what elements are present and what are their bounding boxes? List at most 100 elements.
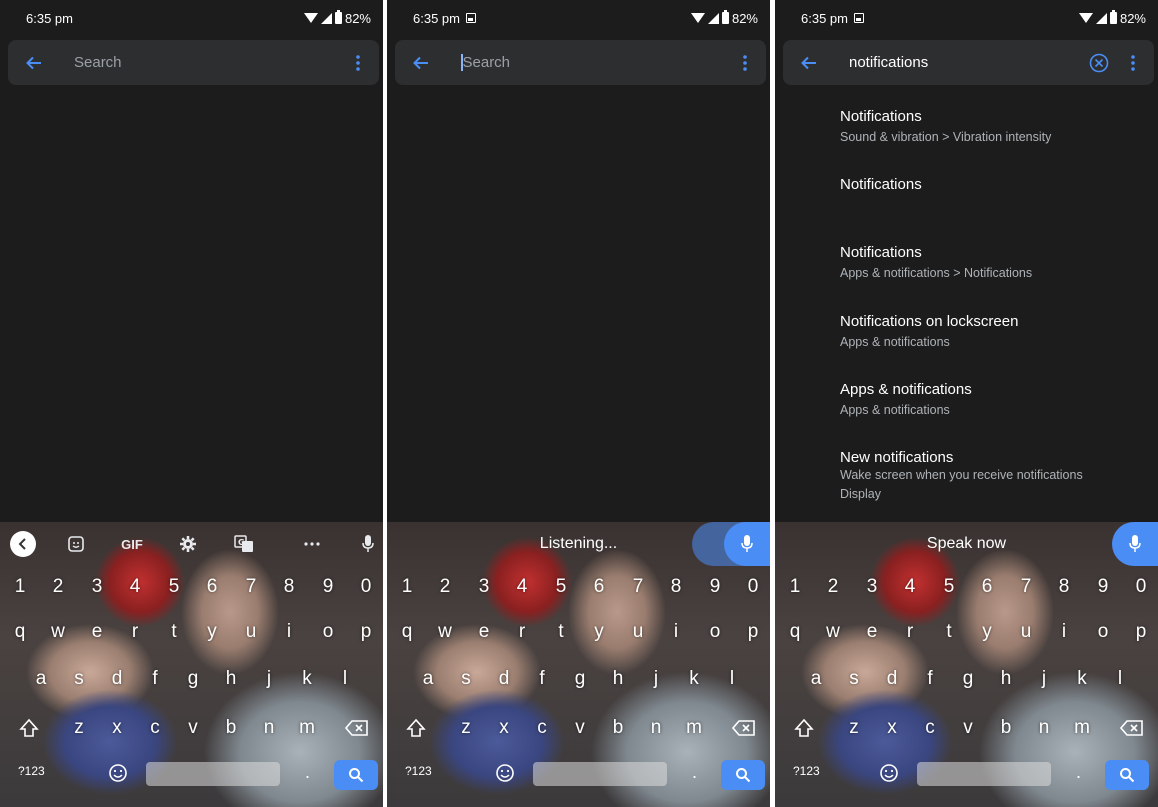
mic-icon[interactable] [356, 532, 380, 556]
key-e[interactable]: e [855, 612, 889, 652]
key-y[interactable]: y [582, 612, 616, 652]
search-input[interactable]: notifications [829, 54, 1084, 71]
key-s[interactable]: s [62, 659, 96, 699]
key-l[interactable]: l [328, 659, 362, 699]
search-result-item[interactable]: Notifications [840, 176, 1150, 194]
symbols-key[interactable]: ?123 [793, 764, 820, 778]
key-8[interactable]: 8 [659, 567, 693, 607]
key-x[interactable]: x [487, 708, 521, 748]
emoji-icon[interactable] [878, 762, 900, 784]
key-s[interactable]: s [449, 659, 483, 699]
key-i[interactable]: i [1047, 612, 1081, 652]
key-7[interactable]: 7 [621, 567, 655, 607]
key-k[interactable]: k [290, 659, 324, 699]
key-n[interactable]: n [639, 708, 673, 748]
backspace-icon[interactable] [340, 708, 374, 748]
key-3[interactable]: 3 [855, 567, 889, 607]
key-h[interactable]: h [601, 659, 635, 699]
key-j[interactable]: j [252, 659, 286, 699]
key-t[interactable]: t [157, 612, 191, 652]
key-y[interactable]: y [195, 612, 229, 652]
key-r[interactable]: r [118, 612, 152, 652]
search-result-item[interactable]: New notifications Wake screen when you r… [840, 449, 1150, 502]
key-o[interactable]: o [698, 612, 732, 652]
key-y[interactable]: y [970, 612, 1004, 652]
search-result-item[interactable]: Notifications Sound & vibration > Vibrat… [840, 108, 1150, 145]
search-bar[interactable]: Search [8, 40, 379, 85]
key-8[interactable]: 8 [272, 567, 306, 607]
toolbar-back-button[interactable] [10, 531, 36, 557]
voice-mic-button[interactable] [1110, 522, 1158, 566]
back-arrow-icon[interactable] [789, 40, 829, 85]
key-w[interactable]: w [41, 612, 75, 652]
key-t[interactable]: t [932, 612, 966, 652]
key-2[interactable]: 2 [41, 567, 75, 607]
key-4[interactable]: 4 [118, 567, 152, 607]
key-a[interactable]: a [411, 659, 445, 699]
key-h[interactable]: h [214, 659, 248, 699]
key-m[interactable]: m [290, 708, 324, 748]
key-f[interactable]: f [525, 659, 559, 699]
key-k[interactable]: k [677, 659, 711, 699]
search-result-item[interactable]: Notifications on lockscreen Apps & notif… [840, 313, 1150, 350]
key-k[interactable]: k [1065, 659, 1099, 699]
shift-icon[interactable] [787, 708, 821, 748]
voice-mic-button[interactable] [692, 522, 770, 566]
translate-icon[interactable]: G [232, 532, 256, 556]
key-e[interactable]: e [80, 612, 114, 652]
key-c[interactable]: c [913, 708, 947, 748]
key-g[interactable]: g [176, 659, 210, 699]
key-a[interactable]: a [799, 659, 833, 699]
key-j[interactable]: j [639, 659, 673, 699]
key-7[interactable]: 7 [1009, 567, 1043, 607]
mic-icon[interactable] [724, 522, 770, 566]
key-3[interactable]: 3 [80, 567, 114, 607]
key-e[interactable]: e [467, 612, 501, 652]
key-o[interactable]: o [1086, 612, 1120, 652]
key-5[interactable]: 5 [157, 567, 191, 607]
key-6[interactable]: 6 [582, 567, 616, 607]
key-d[interactable]: d [875, 659, 909, 699]
key-u[interactable]: u [621, 612, 655, 652]
emoji-icon[interactable] [107, 762, 129, 784]
gear-icon[interactable] [176, 532, 200, 556]
key-c[interactable]: c [138, 708, 172, 748]
search-result-item[interactable]: Notifications Apps & notifications > Not… [840, 244, 1150, 281]
key-w[interactable]: w [428, 612, 462, 652]
key-5[interactable]: 5 [544, 567, 578, 607]
key-9[interactable]: 9 [698, 567, 732, 607]
key-4[interactable]: 4 [893, 567, 927, 607]
key-m[interactable]: m [677, 708, 711, 748]
key-r[interactable]: r [893, 612, 927, 652]
key-m[interactable]: m [1065, 708, 1099, 748]
key-u[interactable]: u [234, 612, 268, 652]
more-horizontal-icon[interactable] [300, 532, 324, 556]
key-v[interactable]: v [563, 708, 597, 748]
search-input[interactable]: Search [441, 54, 730, 72]
period-key[interactable]: . [1076, 762, 1081, 783]
key-b[interactable]: b [214, 708, 248, 748]
symbols-key[interactable]: ?123 [405, 764, 432, 778]
key-9[interactable]: 9 [311, 567, 345, 607]
key-f[interactable]: f [913, 659, 947, 699]
key-u[interactable]: u [1009, 612, 1043, 652]
search-key[interactable] [721, 760, 765, 790]
key-d[interactable]: d [487, 659, 521, 699]
key-1[interactable]: 1 [3, 567, 37, 607]
key-p[interactable]: p [349, 612, 383, 652]
key-7[interactable]: 7 [234, 567, 268, 607]
shift-icon[interactable] [399, 708, 433, 748]
key-d[interactable]: d [100, 659, 134, 699]
key-q[interactable]: q [390, 612, 424, 652]
key-0[interactable]: 0 [736, 567, 770, 607]
key-s[interactable]: s [837, 659, 871, 699]
key-p[interactable]: p [736, 612, 770, 652]
key-x[interactable]: x [100, 708, 134, 748]
more-vertical-icon[interactable] [343, 40, 373, 85]
key-l[interactable]: l [715, 659, 749, 699]
search-bar[interactable]: Search [395, 40, 766, 85]
key-i[interactable]: i [659, 612, 693, 652]
key-o[interactable]: o [311, 612, 345, 652]
key-j[interactable]: j [1027, 659, 1061, 699]
key-8[interactable]: 8 [1047, 567, 1081, 607]
